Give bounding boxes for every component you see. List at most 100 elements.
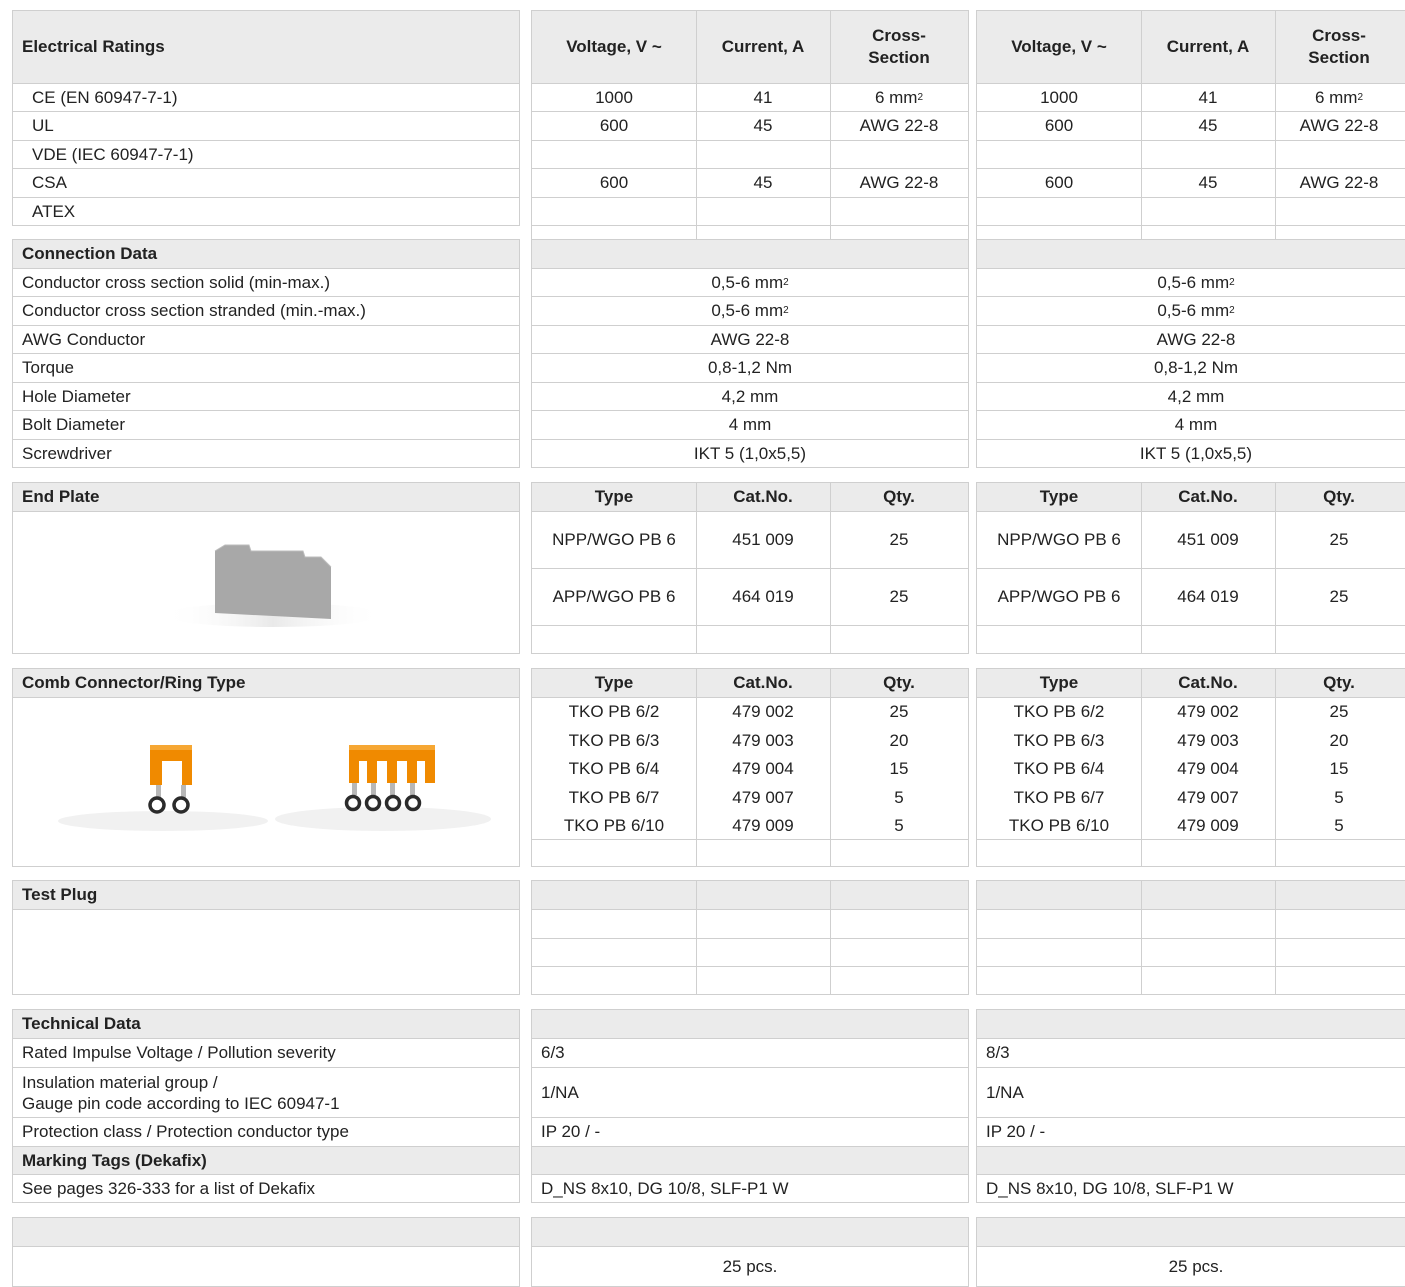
connection-value-row: 0,5-6 mm 2 <box>532 269 968 297</box>
end-plate-row: NPP/WGO PB 6 451 009 25 <box>532 512 968 569</box>
technical-value-row: 8/3 <box>977 1039 1405 1068</box>
connection-row: Conductor cross section stranded (min.-m… <box>13 297 519 326</box>
cat-no-value: 464 019 <box>1177 587 1239 606</box>
comb-row: TKO PB 6/2 479 002 25 <box>977 698 1405 726</box>
voltage-value <box>532 198 696 225</box>
cat-no-value: 479 004 <box>1177 759 1239 778</box>
marking-tags-value: D_NS 8x10, DG 10/8, SLF-P1 W <box>986 1179 1234 1198</box>
qty-value: 25 <box>889 530 909 549</box>
qty-value: 20 <box>889 730 909 750</box>
marking-tags-value-row: D_NS 8x10, DG 10/8, SLF-P1 W <box>532 1175 968 1202</box>
connection-label: Screwdriver <box>22 444 112 463</box>
cat-no-value: 451 009 <box>732 530 794 549</box>
connection-value: 4,2 mm <box>1167 386 1225 406</box>
connection-value: 0,5-6 mm 2 <box>1157 272 1235 292</box>
connection-value: AWG 22-8 <box>710 329 790 349</box>
technical-value-row: IP 20 / - <box>977 1118 1405 1147</box>
cross-section-value: AWG 22-8 <box>1299 173 1379 192</box>
qty-value: 25 <box>1329 530 1349 549</box>
connection-value-row: 0,5-6 mm 2 <box>977 297 1405 326</box>
rating-row: UL <box>13 112 519 141</box>
connection-value-row: 4,2 mm <box>532 383 968 411</box>
comb-connector-table-1: Type Cat.No. Qty. TKO PB 6/2 479 002 25 TK… <box>531 668 969 867</box>
packing-header <box>13 1218 519 1247</box>
cat-no-value: 479 009 <box>732 815 794 835</box>
rating-values-row: 1000 41 6 mm 2 <box>532 84 968 112</box>
connection-value-row: 4 mm <box>532 411 968 440</box>
technical-row: Rated Impulse Voltage / Pollution severi… <box>13 1039 519 1068</box>
type-value: TKO PB 6/4 <box>568 759 660 778</box>
connection-label: Conductor cross section stranded (min.-m… <box>22 301 366 320</box>
voltage-value: 600 <box>599 116 629 135</box>
rating-label: UL <box>32 116 54 135</box>
rating-label: VDE (IEC 60947-7-1) <box>32 144 194 164</box>
end-plate-title: End Plate <box>22 487 100 506</box>
qty-value: 25 <box>1329 587 1349 606</box>
type-value: APP/WGO PB 6 <box>552 587 676 606</box>
current-value <box>696 198 830 225</box>
technical-value-row: 6/3 <box>532 1039 968 1068</box>
cross-section-value: 6 mm 2 <box>874 87 924 107</box>
current-header: Current, A <box>1166 37 1250 56</box>
comb-connector-title: Comb Connector/Ring Type <box>22 673 246 692</box>
connection-value: 0,5-6 mm 2 <box>711 301 789 320</box>
technical-value: IP 20 / - <box>986 1122 1046 1141</box>
connection-label: Bolt Diameter <box>22 415 125 434</box>
rating-values-row: 600 45 AWG 22-8 <box>977 169 1405 198</box>
cross-section-value: 6 mm 2 <box>1314 87 1364 107</box>
technical-label: Insulation material group / Gauge pin co… <box>22 1072 340 1113</box>
connection-value: 0,8-1,2 Nm <box>1153 358 1239 377</box>
test-plug-label-panel: Test Plug <box>12 880 520 995</box>
packing-value: 25 pcs. <box>1168 1257 1224 1276</box>
comb-row: TKO PB 6/7 479 007 5 <box>532 783 968 812</box>
comb-connector-2-pole-image <box>58 745 268 831</box>
connection-value: IKT 5 (1,0x5,5) <box>693 444 807 463</box>
technical-label: Rated Impulse Voltage / Pollution severi… <box>22 1043 336 1062</box>
comb-row: TKO PB 6/7 479 007 5 <box>977 783 1405 812</box>
connection-label: Hole Diameter <box>22 386 131 406</box>
qty-value: 15 <box>889 759 909 778</box>
connection-row: Bolt Diameter <box>13 411 519 440</box>
type-value: NPP/WGO PB 6 <box>552 530 676 549</box>
test-plug-row <box>977 939 1405 967</box>
packing-col-header <box>532 1218 968 1247</box>
connection-value: 4 mm <box>1174 415 1218 434</box>
voltage-value <box>532 141 696 168</box>
comb-row: TKO PB 6/10 479 009 5 <box>532 812 968 840</box>
rating-values-row: 600 45 AWG 22-8 <box>532 169 968 198</box>
connection-row: Torque <box>13 354 519 383</box>
marking-tags-label: See pages 326-333 for a list of Dekafix <box>22 1179 315 1198</box>
cross-section-value <box>830 198 968 225</box>
rating-values-row <box>977 198 1405 226</box>
rating-label: ATEX <box>32 202 76 221</box>
type-value: TKO PB 6/10 <box>563 815 665 835</box>
connection-value: 0,5-6 mm 2 <box>711 272 789 292</box>
connection-value-row: 4,2 mm <box>977 383 1405 411</box>
voltage-value: 1000 <box>1040 87 1078 107</box>
rating-row: CSA <box>13 169 519 198</box>
electrical-ratings-table-2: Voltage, V ~ Current, A Cross- Section 10… <box>976 10 1405 240</box>
cross-section-value: AWG 22-8 <box>1299 116 1379 135</box>
comb-row: TKO PB 6/4 479 004 15 <box>532 755 968 783</box>
voltage-value: 600 <box>1044 116 1074 135</box>
electrical-ratings-table-1: Voltage, V ~ Current, A Cross- Section 10… <box>531 10 969 240</box>
technical-data-header: Technical Data <box>13 1010 519 1039</box>
end-plate-col-header: Type Cat.No. Qty. <box>532 483 968 512</box>
cross-section-header: Cross- Section <box>1308 26 1370 67</box>
voltage-value <box>977 141 1141 168</box>
rating-values-row: 1000 41 6 mm 2 <box>977 84 1405 112</box>
comb-connector-header: Comb Connector/Ring Type <box>13 669 519 698</box>
qty-value: 5 <box>1334 787 1344 807</box>
cat-no-value: 479 003 <box>1177 730 1239 750</box>
electrical-ratings-header: Electrical Ratings <box>13 11 519 84</box>
comb-connector-label-panel: Comb Connector/Ring Type <box>12 668 520 867</box>
packing-table-1: 25 pcs. <box>531 1217 969 1287</box>
type-header: Type <box>1039 673 1079 692</box>
electrical-ratings-title: Electrical Ratings <box>22 37 165 56</box>
rating-row: VDE (IEC 60947-7-1) <box>13 141 519 169</box>
connection-value-row: 0,8-1,2 Nm <box>977 354 1405 383</box>
connection-data-label-panel: Connection Data Conductor cross section … <box>12 239 520 468</box>
cat-no-value: 479 007 <box>1177 787 1239 807</box>
connection-value: 0,5-6 mm 2 <box>1157 301 1235 320</box>
connection-value: 4 mm <box>728 415 772 434</box>
